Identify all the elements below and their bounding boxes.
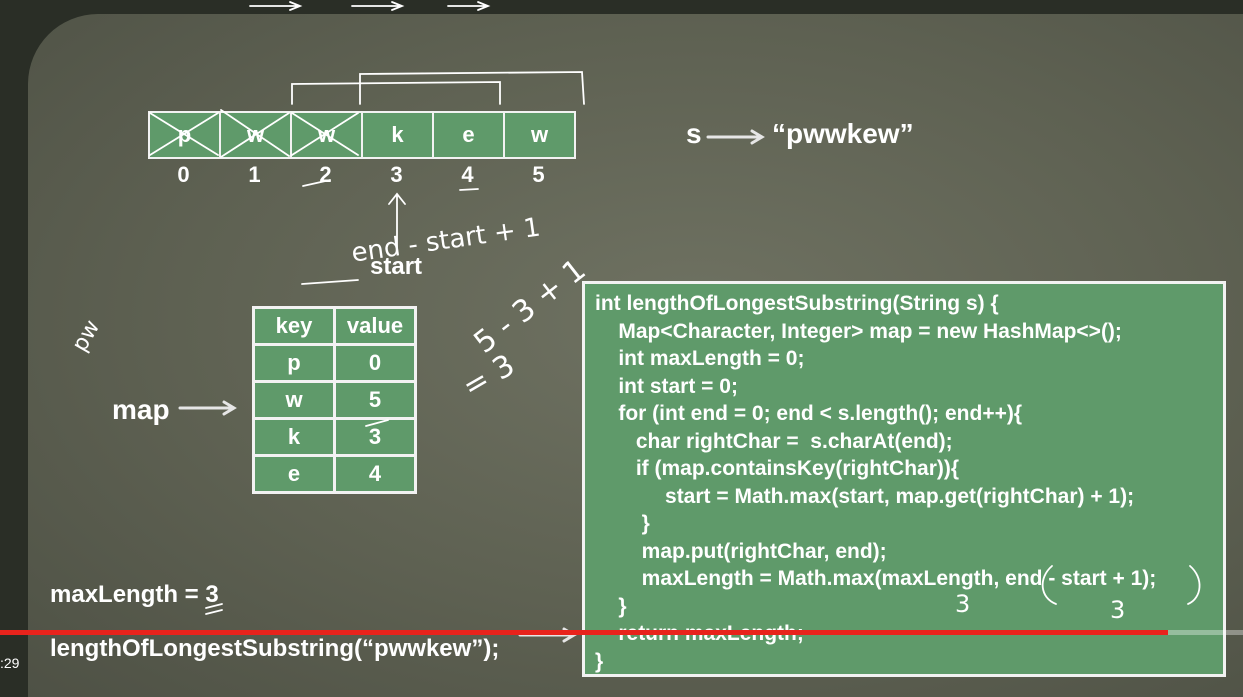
top-arrow-icon [351, 1, 405, 11]
column-header-value: value [333, 306, 417, 346]
map-key: p [252, 343, 336, 383]
code-line: } [595, 594, 627, 618]
array-char: w [317, 122, 336, 147]
array-char: w [530, 122, 549, 147]
string-variable-value: “pwwkew” [772, 118, 914, 149]
map-key: k [252, 417, 336, 457]
map-value: 5 [333, 380, 417, 420]
code-panel: int lengthOfLongestSubstring(String s) {… [582, 281, 1226, 677]
map-value: 0 [333, 343, 417, 383]
array-cell: p [150, 113, 221, 157]
string-variable-label: s [686, 118, 702, 149]
top-arrow-icon [249, 1, 303, 11]
code-line: if (map.containsKey(rightChar)){ [595, 457, 960, 480]
hash-map-table: key value p 0 w 5 k 3 e 4 [252, 306, 417, 494]
table-row: p 0 [252, 343, 417, 383]
array-char: p [177, 122, 192, 147]
code-line: int lengthOfLongestSubstring(String s) { [595, 292, 999, 315]
array-cell: w [292, 113, 363, 157]
array-indices: 0 1 2 3 4 5 [148, 162, 574, 188]
code-line: Map<Character, Integer> map = new HashMa… [595, 319, 1122, 343]
map-value: 3 [333, 417, 417, 457]
table-header-row: key value [252, 306, 417, 346]
code-line: start = Math.max(start, map.get(rightCha… [595, 484, 1135, 508]
video-progress-fill [0, 630, 1169, 635]
array-cell: k [363, 113, 434, 157]
column-header-key: key [252, 306, 336, 346]
map-key: e [252, 454, 336, 494]
video-timestamp: :29 [0, 655, 20, 671]
video-progress-bar[interactable] [0, 630, 1243, 635]
array-index: 2 [319, 162, 332, 187]
array-index: 3 [390, 162, 403, 187]
map-label: map [112, 394, 170, 425]
code-line: for (int end = 0; end < s.length(); end+… [595, 402, 1023, 425]
array-cell: w [221, 113, 292, 157]
top-arrow-icon [447, 1, 491, 11]
array-cell: e [434, 113, 505, 157]
map-key: w [252, 380, 336, 420]
max-length-result: maxLength = 3 [50, 581, 219, 608]
function-call: lengthOfLongestSubstring(“pwwkew”); [50, 635, 500, 662]
code-line: int start = 0; [595, 374, 738, 398]
table-row: e 4 [252, 454, 417, 494]
array-index: 4 [461, 162, 474, 187]
table-row: k 3 [252, 417, 417, 457]
array-index: 0 [177, 162, 190, 187]
code-line: map.put(rightChar, end); [595, 539, 887, 563]
code-line: char rightChar = s.charAt(end); [595, 429, 953, 453]
array-char: k [391, 122, 404, 147]
code-line: maxLength = Math.max(maxLength, end - st… [595, 567, 1157, 590]
array-cell: w [505, 113, 574, 157]
string-array: p w w k e w [148, 111, 576, 159]
array-index: 5 [532, 162, 545, 187]
array-char: e [462, 122, 475, 147]
array-char: w [246, 122, 265, 147]
start-pointer-label: start [370, 253, 423, 280]
code-line: } [595, 649, 604, 673]
table-row: w 5 [252, 380, 417, 420]
map-value: 4 [333, 454, 417, 494]
code-line: } [595, 512, 650, 535]
code-line: int maxLength = 0; [595, 347, 805, 370]
array-index: 1 [248, 162, 261, 187]
